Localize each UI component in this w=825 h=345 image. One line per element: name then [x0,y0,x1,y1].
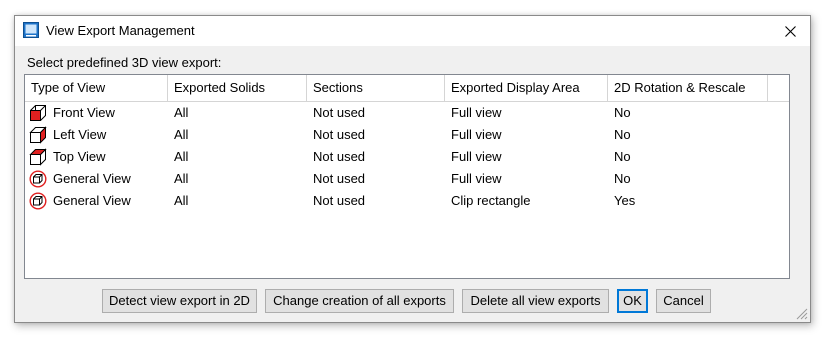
column-header-sections[interactable]: Sections [307,75,445,101]
sections: Not used [313,171,366,186]
display-area: Full view [451,171,502,186]
column-header-area[interactable]: Exported Display Area [445,75,608,101]
table-header: Type of View Exported Solids Sections Ex… [25,75,789,102]
ok-button[interactable]: OK [617,289,648,313]
column-header-rotation[interactable]: 2D Rotation & Rescale [608,75,768,101]
cancel-button[interactable]: Cancel [656,289,711,313]
view-export-table[interactable]: Type of View Exported Solids Sections Ex… [24,74,790,279]
rotation-rescale: Yes [614,193,636,208]
close-button[interactable] [770,16,810,46]
view-type: Top View [53,149,106,164]
view-type: General View [53,171,131,186]
display-area: Full view [451,149,502,164]
front-view-icon [30,105,46,121]
exported-solids: All [174,149,189,164]
table-row[interactable]: General View All Not used Full view No [25,168,789,190]
resize-grip-icon[interactable] [796,308,808,320]
view-type: Front View [53,105,115,120]
change-creation-button[interactable]: Change creation of all exports [265,289,454,313]
view-type: General View [53,193,131,208]
rotation-rescale: No [614,127,631,142]
view-type: Left View [53,127,107,142]
table-row[interactable]: Front View All Not used Full view No [25,102,789,124]
close-icon [784,25,796,37]
sections: Not used [313,149,366,164]
window-title: View Export Management [46,23,195,38]
exported-solids: All [174,193,189,208]
general-view-icon [29,170,47,188]
column-header-type[interactable]: Type of View [25,75,168,101]
table-row[interactable]: Left View All Not used Full view No [25,124,789,146]
exported-solids: All [174,171,189,186]
general-view-icon [29,192,47,210]
app-window-icon [23,22,39,38]
rotation-rescale: No [614,171,631,186]
dialog-window: View Export Management Select predefined… [14,15,811,323]
rotation-rescale: No [614,149,631,164]
exported-solids: All [174,105,189,120]
display-area: Full view [451,127,502,142]
display-area: Full view [451,105,502,120]
sections: Not used [313,105,366,120]
rotation-rescale: No [614,105,631,120]
display-area: Clip rectangle [451,193,531,208]
left-view-icon [29,126,47,144]
table-row[interactable]: General View All Not used Clip rectangle… [25,190,789,212]
sections: Not used [313,127,366,142]
title-bar: View Export Management [15,16,810,46]
sections: Not used [313,193,366,208]
table-row[interactable]: Top View All Not used Full view No [25,146,789,168]
top-view-icon [29,148,47,166]
prompt-label: Select predefined 3D view export: [27,55,222,70]
detect-view-export-button[interactable]: Detect view export in 2D [102,289,257,313]
column-header-solids[interactable]: Exported Solids [168,75,307,101]
delete-all-exports-button[interactable]: Delete all view exports [462,289,609,313]
exported-solids: All [174,127,189,142]
